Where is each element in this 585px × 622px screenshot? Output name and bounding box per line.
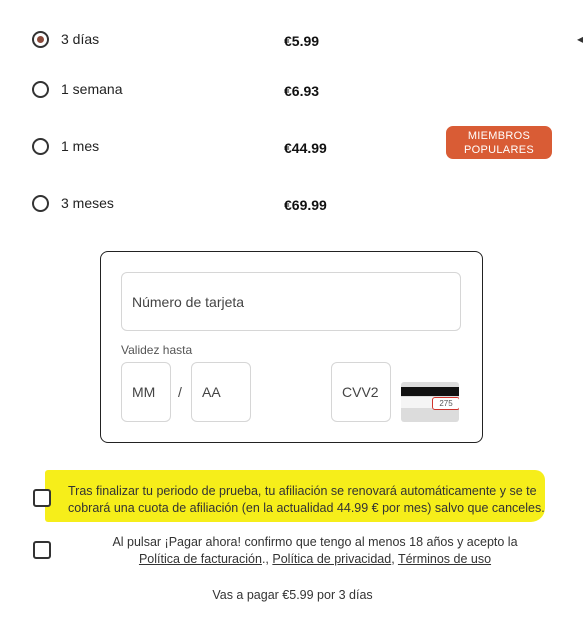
year-input[interactable] bbox=[192, 363, 250, 421]
cvv-sample: 275 bbox=[432, 397, 459, 410]
popular-badge: MIEMBROS POPULARES bbox=[446, 126, 552, 159]
plan-option-3-months[interactable]: 3 meses €69.99 bbox=[30, 191, 560, 221]
date-separator: / bbox=[178, 384, 182, 400]
badge-line-1: MIEMBROS bbox=[467, 129, 531, 142]
radio-1-month[interactable] bbox=[32, 138, 49, 155]
plan-label: 3 días bbox=[61, 31, 100, 47]
terms-of-use-link[interactable]: Términos de uso bbox=[398, 552, 491, 566]
month-field[interactable] bbox=[121, 362, 171, 422]
radio-3-days[interactable] bbox=[32, 31, 49, 48]
badge-line-2: POPULARES bbox=[464, 143, 534, 156]
arrow-left-icon: ◂ bbox=[577, 32, 584, 46]
cvv-field[interactable] bbox=[331, 362, 391, 422]
plan-option-1-week[interactable]: 1 semana €6.93 bbox=[30, 77, 560, 107]
card-number-field[interactable] bbox=[121, 272, 461, 331]
cvv-input[interactable] bbox=[332, 363, 390, 421]
separator: ., bbox=[261, 552, 273, 566]
payment-summary: Vas a pagar €5.99 por 3 días bbox=[212, 588, 373, 602]
consent-statement: Al pulsar ¡Pagar ahora! confirmo que ten… bbox=[112, 535, 518, 549]
plan-price: €5.99 bbox=[284, 33, 320, 49]
radio-3-months[interactable] bbox=[32, 195, 49, 212]
plan-label: 3 meses bbox=[61, 195, 114, 211]
renewal-text-rest: salvo que canceles. bbox=[431, 501, 545, 515]
plan-price: €6.93 bbox=[284, 83, 320, 99]
validity-label: Validez hasta bbox=[121, 343, 193, 357]
cvv-card-icon: 275 bbox=[401, 382, 459, 422]
plan-option-1-month[interactable]: 1 mes €44.99 MIEMBROS POPULARES bbox=[30, 126, 560, 164]
billing-policy-link[interactable]: Política de facturación bbox=[139, 552, 262, 566]
card-payment-form: Validez hasta / 275 bbox=[100, 251, 483, 443]
month-input[interactable] bbox=[122, 363, 170, 421]
card-number-input[interactable] bbox=[122, 273, 460, 330]
plan-label: 1 mes bbox=[61, 138, 100, 154]
plan-label: 1 semana bbox=[61, 81, 123, 97]
plan-price: €69.99 bbox=[284, 197, 327, 213]
consent-checkbox[interactable] bbox=[33, 541, 51, 559]
plan-option-3-days[interactable]: 3 días €5.99 bbox=[30, 27, 560, 57]
privacy-policy-link[interactable]: Política de privacidad bbox=[272, 552, 391, 566]
plan-price: €44.99 bbox=[284, 140, 327, 156]
radio-1-week[interactable] bbox=[32, 81, 49, 98]
separator: , bbox=[391, 552, 398, 566]
consent-text: Al pulsar ¡Pagar ahora! confirmo que ten… bbox=[75, 534, 555, 568]
renewal-notice: Tras finalizar tu periodo de prueba, tu … bbox=[68, 483, 548, 517]
year-field[interactable] bbox=[191, 362, 251, 422]
renewal-checkbox[interactable] bbox=[33, 489, 51, 507]
magnetic-stripe bbox=[401, 387, 459, 396]
